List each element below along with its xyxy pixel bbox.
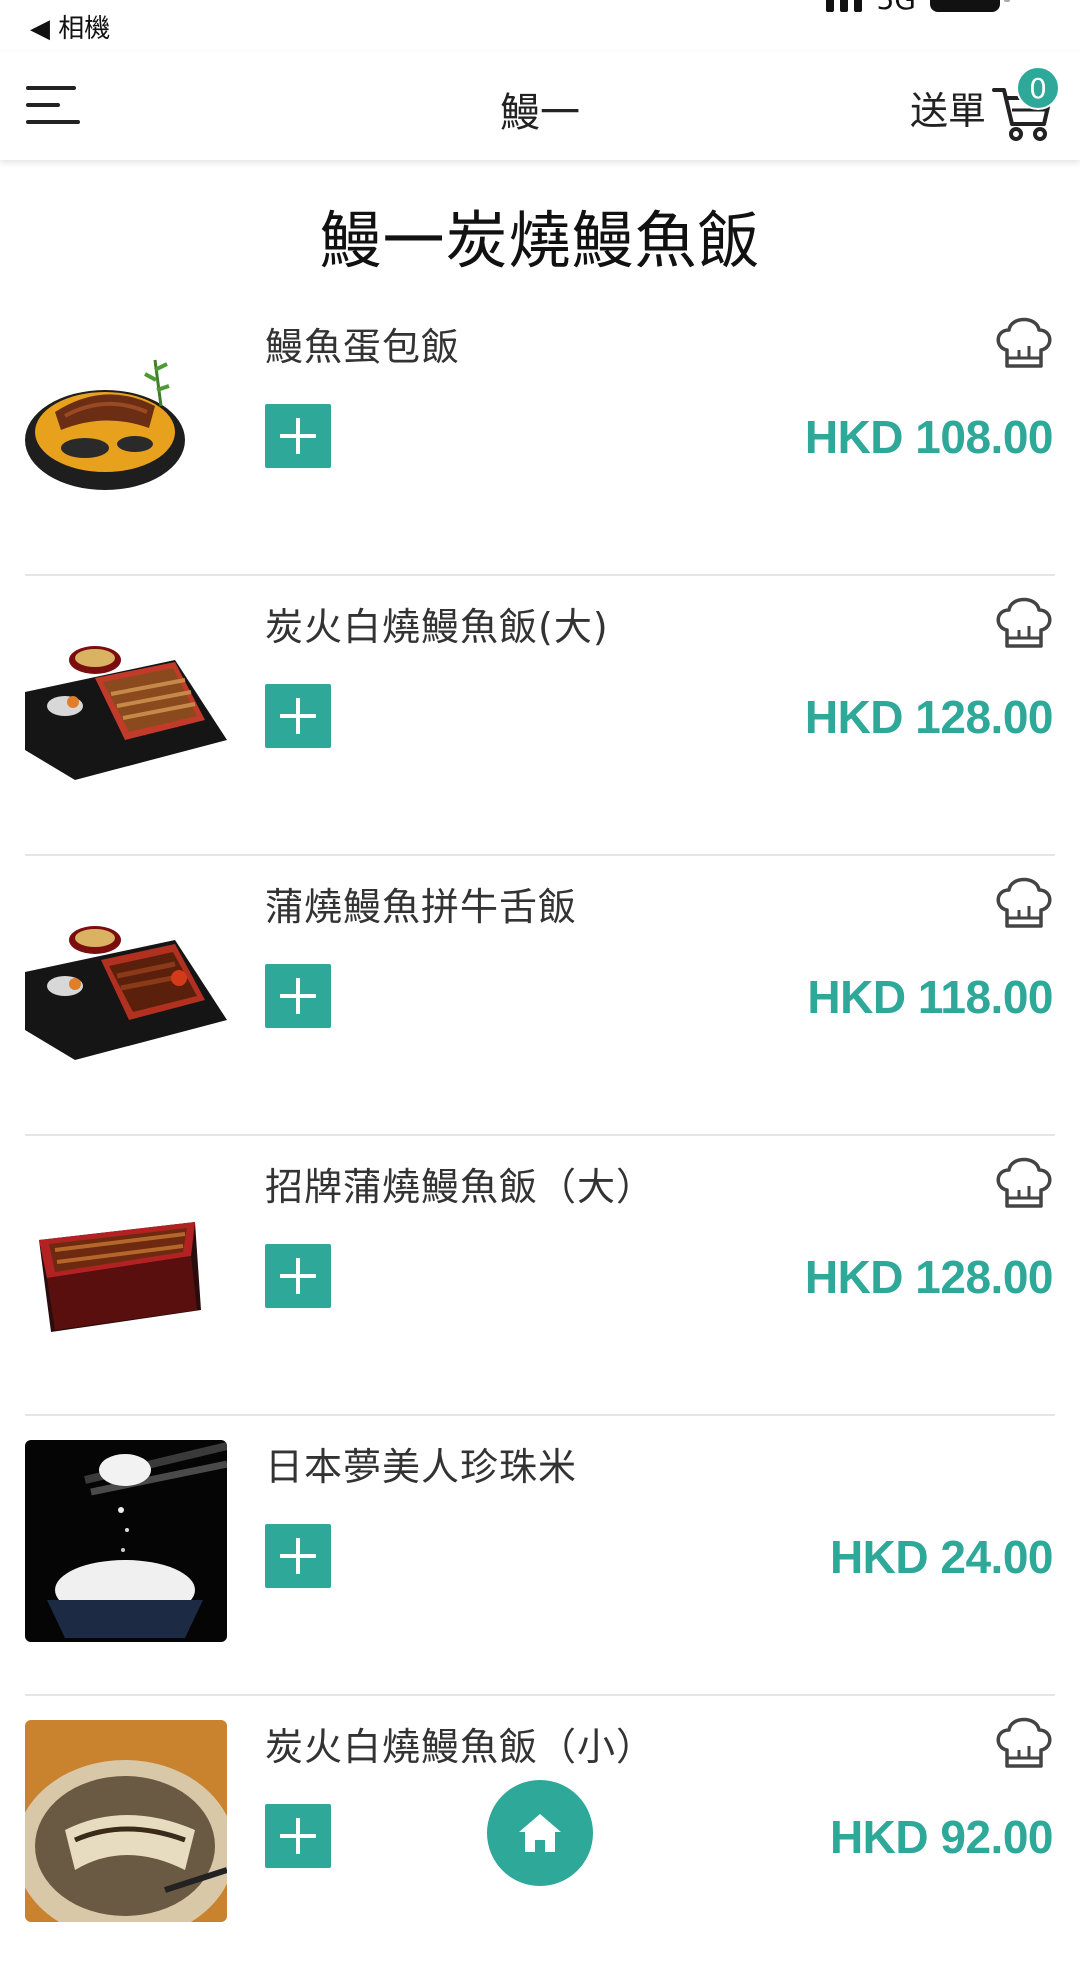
add-to-cart-button[interactable] (265, 1804, 331, 1868)
home-icon (519, 1814, 561, 1852)
status-indicators: 5G (826, 0, 1010, 14)
item-price: HKD 128.00 (804, 691, 1054, 743)
chef-hat-icon[interactable] (993, 590, 1055, 652)
send-order-button[interactable]: 送單 0 (909, 62, 1060, 152)
status-bar: ◀ 相機 5G (0, 0, 1080, 52)
battery-icon (930, 0, 1010, 12)
add-to-cart-button[interactable] (265, 1524, 331, 1588)
app-header: 鰻一 送單 0 (0, 52, 1080, 160)
item-name: 炭火白燒鰻魚飯（小） (265, 1725, 656, 1769)
menu-item[interactable]: 招牌蒲燒鰻魚飯（大） HKD 128.00 (25, 1136, 1055, 1416)
back-to-camera[interactable]: ◀ 相機 (30, 8, 110, 45)
add-to-cart-button[interactable] (265, 684, 331, 748)
menu-item[interactable]: 鰻魚蛋包飯 HKD 108.00 (25, 296, 1055, 576)
home-button[interactable] (487, 1780, 593, 1886)
add-to-cart-button[interactable] (265, 404, 331, 468)
food-image[interactable] (25, 880, 227, 1082)
item-price: HKD 118.00 (807, 971, 1053, 1023)
add-to-cart-button[interactable] (265, 1244, 331, 1308)
item-name: 日本夢美人珍珠米 (265, 1445, 578, 1489)
item-price: HKD 92.00 (829, 1811, 1054, 1863)
item-name: 鰻魚蛋包飯 (265, 325, 461, 369)
category-title: 鰻一炭燒鰻魚飯 (319, 204, 761, 277)
menu-item[interactable]: 炭火白燒鰻魚飯(大) HKD 128.00 (25, 576, 1055, 856)
food-image[interactable] (25, 600, 227, 802)
food-image[interactable] (25, 1440, 227, 1642)
send-order-label: 送單 (909, 88, 986, 133)
item-name: 炭火白燒鰻魚飯(大) (265, 605, 609, 649)
cart[interactable]: 0 (992, 66, 1060, 142)
food-image[interactable] (25, 320, 227, 522)
add-to-cart-button[interactable] (265, 964, 331, 1028)
network-type: 5G (876, 0, 916, 14)
chef-hat-icon[interactable] (993, 1710, 1055, 1772)
food-image[interactable] (25, 1720, 227, 1922)
menu-item[interactable]: 日本夢美人珍珠米 HKD 24.00 (25, 1416, 1055, 1696)
chef-hat-icon[interactable] (993, 310, 1055, 372)
item-name: 招牌蒲燒鰻魚飯（大） (265, 1165, 656, 1209)
signal-icon (826, 0, 863, 12)
item-price: HKD 24.00 (829, 1531, 1054, 1583)
item-name: 蒲燒鰻魚拼牛舌飯 (265, 885, 578, 929)
menu-item[interactable]: 蒲燒鰻魚拼牛舌飯 HKD 118.00 (25, 856, 1055, 1136)
item-price: HKD 108.00 (804, 411, 1054, 463)
chef-hat-icon[interactable] (993, 1150, 1055, 1212)
item-price: HKD 128.00 (804, 1251, 1054, 1303)
food-image[interactable] (25, 1160, 227, 1362)
cart-count-badge: 0 (1016, 66, 1060, 110)
chef-hat-icon[interactable] (993, 870, 1055, 932)
